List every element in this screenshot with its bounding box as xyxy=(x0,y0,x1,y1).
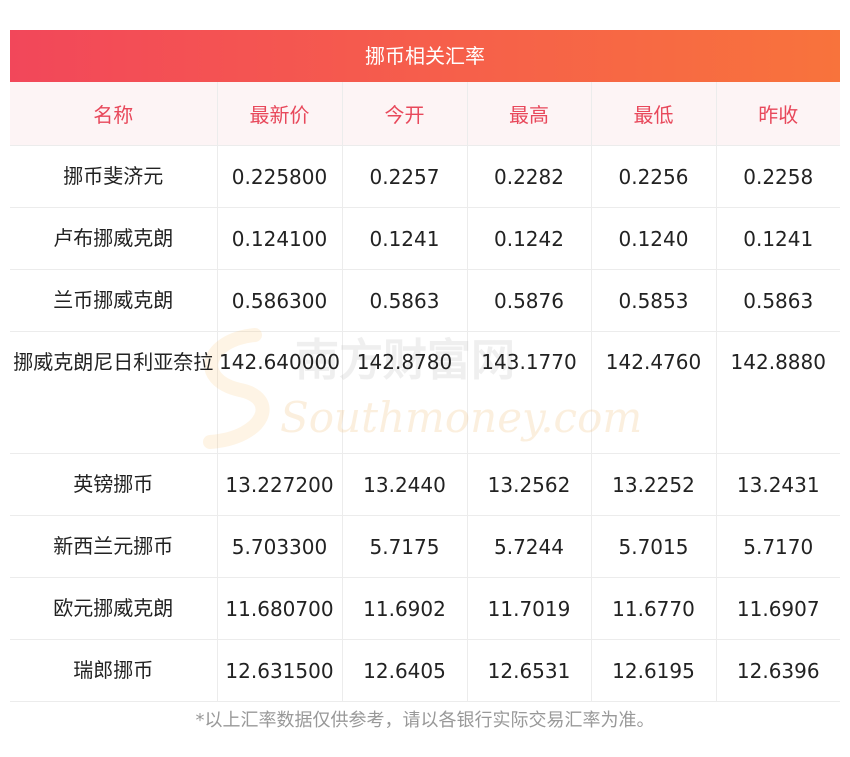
open-value: 0.2257 xyxy=(341,145,467,208)
table-row: 英镑挪币 13.227200 13.2440 13.2562 13.2252 1… xyxy=(10,453,840,516)
open-value: 11.6902 xyxy=(341,577,467,640)
rates-table: 名称 最新价 今开 最高 最低 昨收 挪币斐济元 0.225800 0.2257… xyxy=(10,82,840,702)
open-value: 142.8780 xyxy=(341,331,467,454)
open-value: 0.5863 xyxy=(341,269,467,332)
pair-name: 瑞郎挪币 xyxy=(10,639,217,702)
table-row: 卢布挪威克朗 0.124100 0.1241 0.1242 0.1240 0.1… xyxy=(10,207,840,270)
low-value: 142.4760 xyxy=(590,331,716,454)
pair-name: 英镑挪币 xyxy=(10,453,217,516)
latest-value: 5.703300 xyxy=(216,515,342,578)
high-value: 0.2282 xyxy=(466,145,591,208)
low-value: 5.7015 xyxy=(590,515,716,578)
high-value: 12.6531 xyxy=(466,639,591,702)
table-row: 挪币斐济元 0.225800 0.2257 0.2282 0.2256 0.22… xyxy=(10,145,840,208)
table-row: 兰币挪威克朗 0.586300 0.5863 0.5876 0.5853 0.5… xyxy=(10,269,840,332)
prev-close-value: 12.6396 xyxy=(715,639,840,702)
high-value: 143.1770 xyxy=(466,331,591,454)
prev-close-value: 0.1241 xyxy=(715,207,840,270)
table-row: 挪威克朗尼日利亚奈拉 142.640000 142.8780 143.1770 … xyxy=(10,331,840,454)
high-value: 11.7019 xyxy=(466,577,591,640)
table-header-row: 名称 最新价 今开 最高 最低 昨收 xyxy=(10,82,840,146)
latest-value: 0.124100 xyxy=(216,207,342,270)
col-header-open: 今开 xyxy=(341,82,467,146)
open-value: 13.2440 xyxy=(341,453,467,516)
table-row: 新西兰元挪币 5.703300 5.7175 5.7244 5.7015 5.7… xyxy=(10,515,840,578)
high-value: 13.2562 xyxy=(466,453,591,516)
table-row: 欧元挪威克朗 11.680700 11.6902 11.7019 11.6770… xyxy=(10,577,840,640)
latest-value: 13.227200 xyxy=(216,453,342,516)
pair-name: 欧元挪威克朗 xyxy=(10,577,217,640)
prev-close-value: 142.8880 xyxy=(715,331,840,454)
latest-value: 0.586300 xyxy=(216,269,342,332)
latest-value: 0.225800 xyxy=(216,145,342,208)
high-value: 5.7244 xyxy=(466,515,591,578)
open-value: 12.6405 xyxy=(341,639,467,702)
col-header-high: 最高 xyxy=(466,82,591,146)
latest-value: 11.680700 xyxy=(216,577,342,640)
col-header-prev-close: 昨收 xyxy=(715,82,840,146)
card-title: 挪币相关汇率 xyxy=(10,30,840,82)
pair-name: 挪币斐济元 xyxy=(10,145,217,208)
low-value: 13.2252 xyxy=(590,453,716,516)
prev-close-value: 0.2258 xyxy=(715,145,840,208)
pair-name: 卢布挪威克朗 xyxy=(10,207,217,270)
open-value: 5.7175 xyxy=(341,515,467,578)
low-value: 0.2256 xyxy=(590,145,716,208)
col-header-name: 名称 xyxy=(10,82,217,146)
low-value: 12.6195 xyxy=(590,639,716,702)
latest-value: 142.640000 xyxy=(216,331,342,454)
prev-close-value: 0.5863 xyxy=(715,269,840,332)
pair-name: 新西兰元挪币 xyxy=(10,515,217,578)
col-header-low: 最低 xyxy=(590,82,716,146)
high-value: 0.1242 xyxy=(466,207,591,270)
pair-name: 挪威克朗尼日利亚奈拉 xyxy=(10,331,217,454)
high-value: 0.5876 xyxy=(466,269,591,332)
open-value: 0.1241 xyxy=(341,207,467,270)
prev-close-value: 11.6907 xyxy=(715,577,840,640)
prev-close-value: 5.7170 xyxy=(715,515,840,578)
low-value: 11.6770 xyxy=(590,577,716,640)
low-value: 0.1240 xyxy=(590,207,716,270)
latest-value: 12.631500 xyxy=(216,639,342,702)
table-row: 瑞郎挪币 12.631500 12.6405 12.6531 12.6195 1… xyxy=(10,639,840,702)
pair-name: 兰币挪威克朗 xyxy=(10,269,217,332)
disclaimer-footnote: *以上汇率数据仅供参考，请以各银行实际交易汇率为准。 xyxy=(195,710,655,731)
rates-card: 挪币相关汇率 名称 最新价 今开 最高 最低 昨收 挪币斐济元 0.225800… xyxy=(10,30,840,702)
col-header-latest: 最新价 xyxy=(216,82,342,146)
prev-close-value: 13.2431 xyxy=(715,453,840,516)
low-value: 0.5853 xyxy=(590,269,716,332)
